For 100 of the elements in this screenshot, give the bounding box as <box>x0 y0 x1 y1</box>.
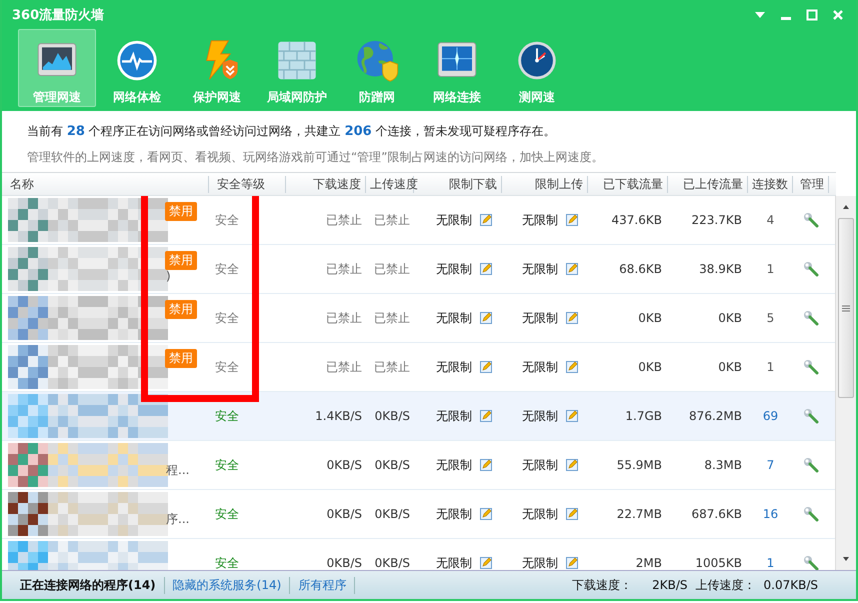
download-limit: 无限制 <box>436 554 472 570</box>
downloaded-amount: 22.7MB <box>616 507 663 521</box>
hint-text: 管理软件的上网速度，看网页、看视频、玩网络游戏前可通过“管理”限制占网速的访问网络，加快上网速度。 <box>27 149 604 166</box>
upload-speed: 已禁止 <box>373 260 411 278</box>
download-limit: 无限制 <box>436 408 472 424</box>
uploaded-amount: 876.2MB <box>688 409 743 423</box>
wrench-icon[interactable] <box>803 506 819 522</box>
download-speed: 1.4KB/S <box>314 409 363 423</box>
column-header: 已下载流量 <box>588 176 668 192</box>
pencil-icon[interactable] <box>480 410 492 422</box>
security-level: 安全 <box>214 506 240 522</box>
downloaded-amount: 1.7GB <box>624 409 663 423</box>
download-speed-value: 2KB/S <box>652 578 688 592</box>
connection-count: 16 <box>762 507 780 521</box>
pencil-icon[interactable] <box>566 459 578 471</box>
wrench-icon[interactable] <box>803 408 819 424</box>
upload-limit: 无限制 <box>522 358 558 376</box>
download-speed: 0KB/S <box>326 556 363 570</box>
download-speed-label: 下载速度： <box>572 576 632 594</box>
disabled-badge: 禁用 <box>165 202 197 221</box>
disabled-badge: 禁用 <box>165 349 197 368</box>
upload-limit: 无限制 <box>522 456 558 474</box>
status-tab[interactable]: 正在连接网络的程序(14) <box>12 576 165 594</box>
downloaded-amount: 437.6KB <box>610 213 663 227</box>
uploaded-amount: 0KB <box>717 311 743 325</box>
download-limit: 无限制 <box>436 358 472 376</box>
uploaded-amount: 223.7KB <box>690 213 743 227</box>
scrollbar[interactable] <box>835 196 856 570</box>
pencil-icon[interactable] <box>566 557 578 569</box>
download-limit: 无限制 <box>436 456 472 474</box>
summary-text: 当前有 28 个程序正在访问网络或曾经访问过网络，共建立 206 个连接，暂未发现可疑程序存在。 <box>27 123 557 140</box>
grip-icon <box>842 304 850 312</box>
connection-count: 7 <box>766 458 776 472</box>
upload-limit: 无限制 <box>522 506 558 522</box>
status-tab[interactable]: 隐藏的系统服务(14) <box>164 576 290 594</box>
disabled-badge: 禁用 <box>165 251 197 270</box>
connection-count: 1 <box>766 262 776 276</box>
pencil-icon[interactable] <box>480 459 492 471</box>
upload-speed-value: 0.07KB/S <box>764 578 818 592</box>
upload-limit: 无限制 <box>522 408 558 424</box>
table-row[interactable]: 安全 1.4KB/S 0KB/S 无限制 无限制 1.7GB 876.2MB 69 <box>2 392 835 441</box>
uploaded-amount: 1005KB <box>694 556 743 570</box>
downloaded-amount: 0KB <box>637 311 663 325</box>
connection-count: 69 <box>762 409 780 423</box>
downloaded-amount: 2MB <box>634 556 663 570</box>
pencil-icon[interactable] <box>566 508 578 520</box>
upload-speed: 0KB/S <box>374 409 411 423</box>
security-level: 安全 <box>214 358 240 376</box>
upload-speed: 已禁止 <box>373 358 411 376</box>
column-header: 管理 <box>793 176 829 192</box>
security-level: 安全 <box>214 260 240 278</box>
upload-limit: 无限制 <box>522 554 558 570</box>
upload-speed: 0KB/S <box>374 458 411 472</box>
column-header: 名称 <box>2 176 209 192</box>
column-header: 已上传流量 <box>668 176 748 192</box>
download-limit: 无限制 <box>436 310 472 326</box>
download-speed: 已禁止 <box>325 212 363 228</box>
column-header: 限制上传 <box>502 176 588 192</box>
upload-limit: 无限制 <box>522 212 558 228</box>
download-limit: 无限制 <box>436 212 472 228</box>
pencil-icon[interactable] <box>480 557 492 569</box>
download-speed: 已禁止 <box>325 260 363 278</box>
status-tab[interactable]: 所有程序 <box>290 576 356 594</box>
uploaded-amount: 0KB <box>717 360 743 374</box>
wrench-icon[interactable] <box>803 457 819 473</box>
security-level: 安全 <box>214 212 240 228</box>
upload-speed: 0KB/S <box>374 507 411 521</box>
name-text: 序... <box>166 511 190 528</box>
disabled-badge: 禁用 <box>165 300 197 319</box>
uploaded-amount: 8.3MB <box>703 458 743 472</box>
uploaded-amount: 38.9KB <box>698 262 743 276</box>
downloaded-amount: 55.9MB <box>616 458 663 472</box>
window-title: 360流量防火墙 <box>12 6 106 24</box>
security-level: 安全 <box>214 310 240 326</box>
download-limit: 无限制 <box>436 506 472 522</box>
column-header: 安全等级 <box>209 176 286 192</box>
security-level: 安全 <box>214 554 240 570</box>
download-limit: 无限制 <box>436 260 472 278</box>
connection-count: 1 <box>766 556 776 570</box>
column-header: 连接数 <box>748 176 793 192</box>
upload-speed: 已禁止 <box>373 212 411 228</box>
download-speed: 已禁止 <box>325 358 363 376</box>
upload-limit: 无限制 <box>522 260 558 278</box>
upload-speed: 已禁止 <box>373 310 411 326</box>
upload-speed: 0KB/S <box>374 556 411 570</box>
connection-count: 1 <box>766 360 776 374</box>
connection-count: 5 <box>766 311 776 325</box>
security-level: 安全 <box>214 408 240 424</box>
pencil-icon[interactable] <box>566 410 578 422</box>
pencil-icon[interactable] <box>480 508 492 520</box>
connection-count: 4 <box>766 213 776 227</box>
table-row[interactable]: 序... 安全 0KB/S 0KB/S 无限制 无限制 22.7MB 687.6KB 16 <box>2 490 835 539</box>
upload-limit: 无限制 <box>522 310 558 326</box>
download-speed: 0KB/S <box>326 458 363 472</box>
maximize-icon[interactable] <box>804 6 820 22</box>
download-speed: 已禁止 <box>325 310 363 326</box>
security-level: 安全 <box>214 456 240 474</box>
downloaded-amount: 68.6KB <box>618 262 663 276</box>
downloaded-amount: 0KB <box>637 360 663 374</box>
name-text: ) <box>166 269 171 283</box>
